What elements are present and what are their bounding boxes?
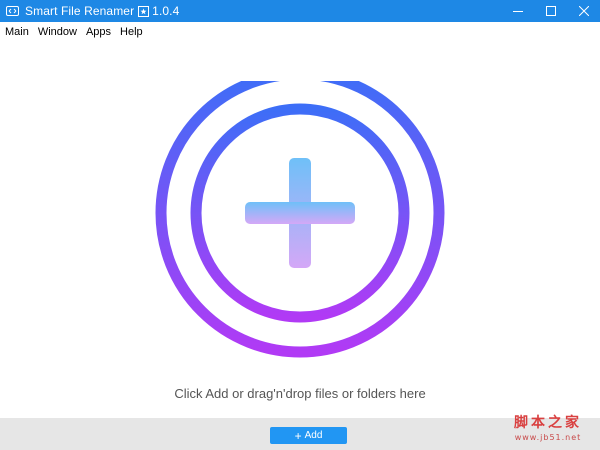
title-bar: Smart File Renamer 1.0.4 bbox=[0, 0, 600, 22]
close-button[interactable] bbox=[567, 0, 600, 22]
menu-window[interactable]: Window bbox=[34, 26, 81, 38]
watermark-url: www.jb51.net bbox=[514, 433, 582, 442]
drop-hint: Click Add or drag'n'drop files or folder… bbox=[174, 386, 426, 401]
maximize-icon bbox=[545, 6, 556, 16]
menu-help[interactable]: Help bbox=[116, 26, 147, 38]
window-controls bbox=[501, 0, 600, 22]
minimize-icon bbox=[512, 11, 523, 12]
close-icon bbox=[578, 6, 589, 16]
watermark: 脚本之家 www.jb51.net bbox=[498, 412, 598, 442]
window-title: Smart File Renamer 1.0.4 bbox=[25, 4, 179, 18]
menu-bar: Main Window Apps Help bbox=[0, 22, 600, 41]
drop-zone[interactable]: Click Add or drag'n'drop files or folder… bbox=[0, 41, 600, 427]
add-circle-icon[interactable] bbox=[150, 81, 450, 381]
watermark-text: 脚本之家 bbox=[514, 415, 582, 431]
app-version: 1.0.4 bbox=[152, 4, 180, 18]
menu-main[interactable]: Main bbox=[1, 26, 33, 38]
star-icon bbox=[138, 5, 150, 17]
app-icon bbox=[6, 6, 19, 16]
plus-icon: + bbox=[294, 428, 302, 443]
add-button[interactable]: + Add bbox=[270, 427, 347, 444]
add-button-label: Add bbox=[304, 430, 323, 441]
minimize-button[interactable] bbox=[501, 0, 534, 22]
plus-horizontal bbox=[245, 202, 355, 224]
app-name: Smart File Renamer bbox=[25, 4, 135, 18]
maximize-button[interactable] bbox=[534, 0, 567, 22]
menu-apps[interactable]: Apps bbox=[82, 26, 115, 38]
